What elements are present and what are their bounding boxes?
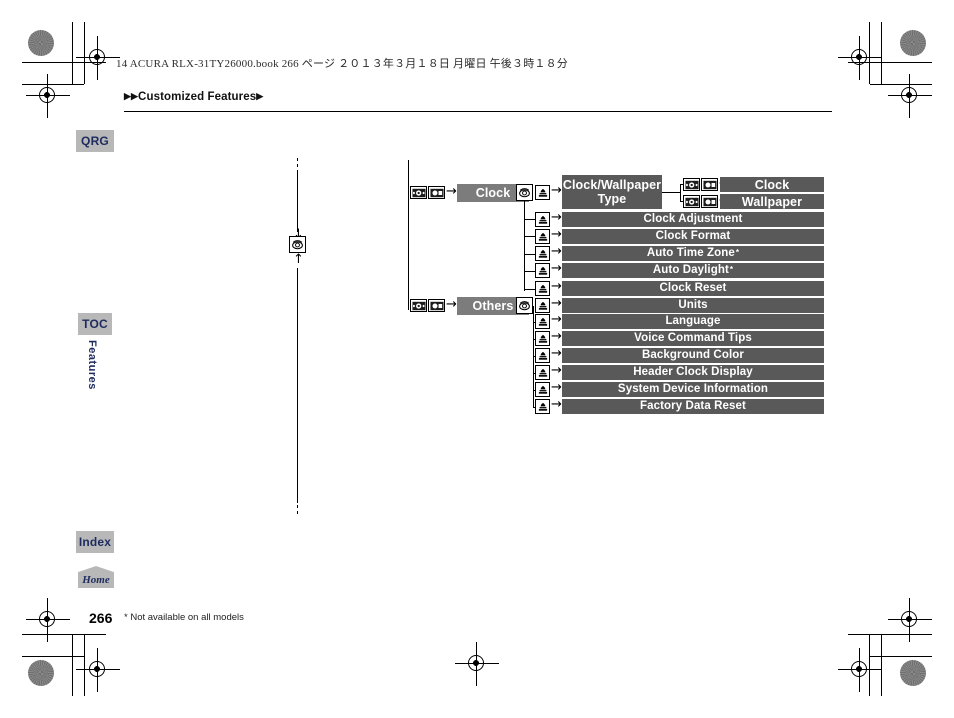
menu-item-clock-wallpaper-type-wallpaper-label: Wallpaper <box>741 194 803 209</box>
menu-item-clock-format-label: Clock Format <box>655 230 731 243</box>
others-item-5-arrow-icon: → <box>551 380 562 395</box>
menu-item-voice-command-tips[interactable]: Voice Command Tips <box>562 331 824 346</box>
others-item-5-press-enter-icon <box>535 382 550 397</box>
clock-item-5-arrow-icon: → <box>551 279 562 294</box>
sub-wallpaper-interface-enter-icon <box>701 195 718 208</box>
menu-item-clock-wallpaper-type-clock[interactable]: Clock <box>720 177 824 192</box>
menu-item-clock-wallpaper-type-wallpaper[interactable]: Wallpaper <box>720 194 824 209</box>
others-item-2-arrow-icon: → <box>551 329 562 344</box>
menu-branch-others-label: Others <box>472 299 514 313</box>
menu-item-voice-command-tips-label: Voice Command Tips <box>634 332 752 345</box>
others-entry-interface-dial-icon <box>410 299 427 312</box>
clock-item-5-connector <box>524 289 535 290</box>
clock-item-2-press-enter-icon <box>535 229 550 244</box>
center-rotary-dial-icon <box>289 236 306 253</box>
sub-clock-interface-dial-icon <box>683 178 700 191</box>
others-entry-arrow-icon: → <box>446 297 457 312</box>
clock-item-4-connector <box>524 271 535 272</box>
scroll-arrow-up-icon: ↑ <box>293 252 304 267</box>
menu-item-units[interactable]: Units <box>562 298 824 313</box>
menu-item-system-device-information-label: System Device Information <box>617 383 769 396</box>
others-item-4-press-enter-icon <box>535 365 550 380</box>
clock-item-4-press-enter-icon <box>535 263 550 278</box>
menu-item-clock-reset[interactable]: Clock Reset <box>562 281 824 296</box>
clock-item-4-arrow-icon: → <box>551 261 562 276</box>
clock-item-0-press-enter-icon <box>535 185 550 200</box>
scroll-line-lower <box>297 268 298 503</box>
menu-item-header-clock-display[interactable]: Header Clock Display <box>562 365 824 380</box>
clock-entry-interface-enter-icon <box>428 186 445 199</box>
menu-item-clock-adjustment-label: Clock Adjustment <box>643 213 743 226</box>
others-entry-interface-enter-icon <box>428 299 445 312</box>
clock-item-2-connector <box>524 236 535 237</box>
wallpaper-subbranch-connector-h <box>662 192 680 193</box>
menu-item-clock-format[interactable]: Clock Format <box>562 229 824 244</box>
others-item-3-arrow-icon: → <box>551 346 562 361</box>
others-item-6-arrow-icon: → <box>551 397 562 412</box>
others-item-2-press-enter-icon <box>535 331 550 346</box>
others-item-6-press-enter-icon <box>535 399 550 414</box>
clock-rotary-dial-icon <box>516 184 533 201</box>
scroll-dash-line-top <box>297 158 298 168</box>
menu-item-auto-time-zone-footnote-mark: * <box>735 248 740 258</box>
menu-item-clock-wallpaper-type-clock-label: Clock <box>754 177 790 192</box>
clock-item-3-press-enter-icon <box>535 246 550 261</box>
clock-item-1-arrow-icon: → <box>551 210 562 225</box>
menu-item-factory-data-reset-label: Factory Data Reset <box>640 400 746 413</box>
sub-clock-interface-enter-icon <box>701 178 718 191</box>
clock-item-2-arrow-icon: → <box>551 227 562 242</box>
menu-item-auto-daylight[interactable]: Auto Daylight * <box>562 263 824 278</box>
menu-item-clock-wallpaper-type-label: Clock/Wallpaper Type <box>562 178 662 206</box>
branch-spine <box>408 160 409 310</box>
wallpaper-subbranch-connector-v <box>680 184 681 201</box>
clock-item-3-connector <box>524 254 535 255</box>
clock-item-5-press-enter-icon <box>535 281 550 296</box>
menu-branch-clock-label: Clock <box>475 186 511 200</box>
menu-item-auto-daylight-label: Auto Daylight <box>652 264 729 277</box>
clock-entry-interface-dial-icon <box>410 186 427 199</box>
menu-item-clock-wallpaper-type[interactable]: Clock/Wallpaper Type <box>562 175 662 209</box>
menu-item-background-color-label: Background Color <box>642 349 744 362</box>
clock-item-0-arrow-icon: → <box>551 183 562 198</box>
menu-item-language[interactable]: Language <box>562 314 824 329</box>
menu-item-clock-adjustment[interactable]: Clock Adjustment <box>562 212 824 227</box>
scroll-line-upper <box>297 170 298 232</box>
clock-item-1-connector <box>524 219 535 220</box>
others-item-3-press-enter-icon <box>535 348 550 363</box>
clock-item-1-press-enter-icon <box>535 212 550 227</box>
others-item-4-arrow-icon: → <box>551 363 562 378</box>
menu-item-auto-time-zone-label: Auto Time Zone <box>646 247 735 260</box>
menu-item-header-clock-display-label: Header Clock Display <box>633 366 753 379</box>
scroll-dash-line-bottom <box>297 505 298 515</box>
menu-item-auto-daylight-footnote-mark: * <box>729 265 734 275</box>
others-item-0-arrow-icon: → <box>551 296 562 311</box>
others-rotary-dial-icon <box>516 297 533 314</box>
others-item-0-press-enter-icon <box>535 298 550 313</box>
menu-item-clock-reset-label: Clock Reset <box>659 282 727 295</box>
clock-item-3-arrow-icon: → <box>551 244 562 259</box>
menu-flow-diagram: ↓ ↑ → Clock → Clock/Wallpaper Type Clock… <box>0 0 954 718</box>
menu-item-background-color[interactable]: Background Color <box>562 348 824 363</box>
others-item-1-press-enter-icon <box>535 314 550 329</box>
clock-entry-arrow-icon: → <box>446 184 457 199</box>
sub-wallpaper-interface-dial-icon <box>683 195 700 208</box>
clock-list-spine <box>524 201 525 291</box>
menu-item-auto-time-zone[interactable]: Auto Time Zone * <box>562 246 824 261</box>
menu-item-factory-data-reset[interactable]: Factory Data Reset <box>562 399 824 414</box>
menu-item-units-label: Units <box>678 299 708 312</box>
menu-item-system-device-information[interactable]: System Device Information <box>562 382 824 397</box>
others-item-1-arrow-icon: → <box>551 312 562 327</box>
menu-item-language-label: Language <box>665 315 721 328</box>
